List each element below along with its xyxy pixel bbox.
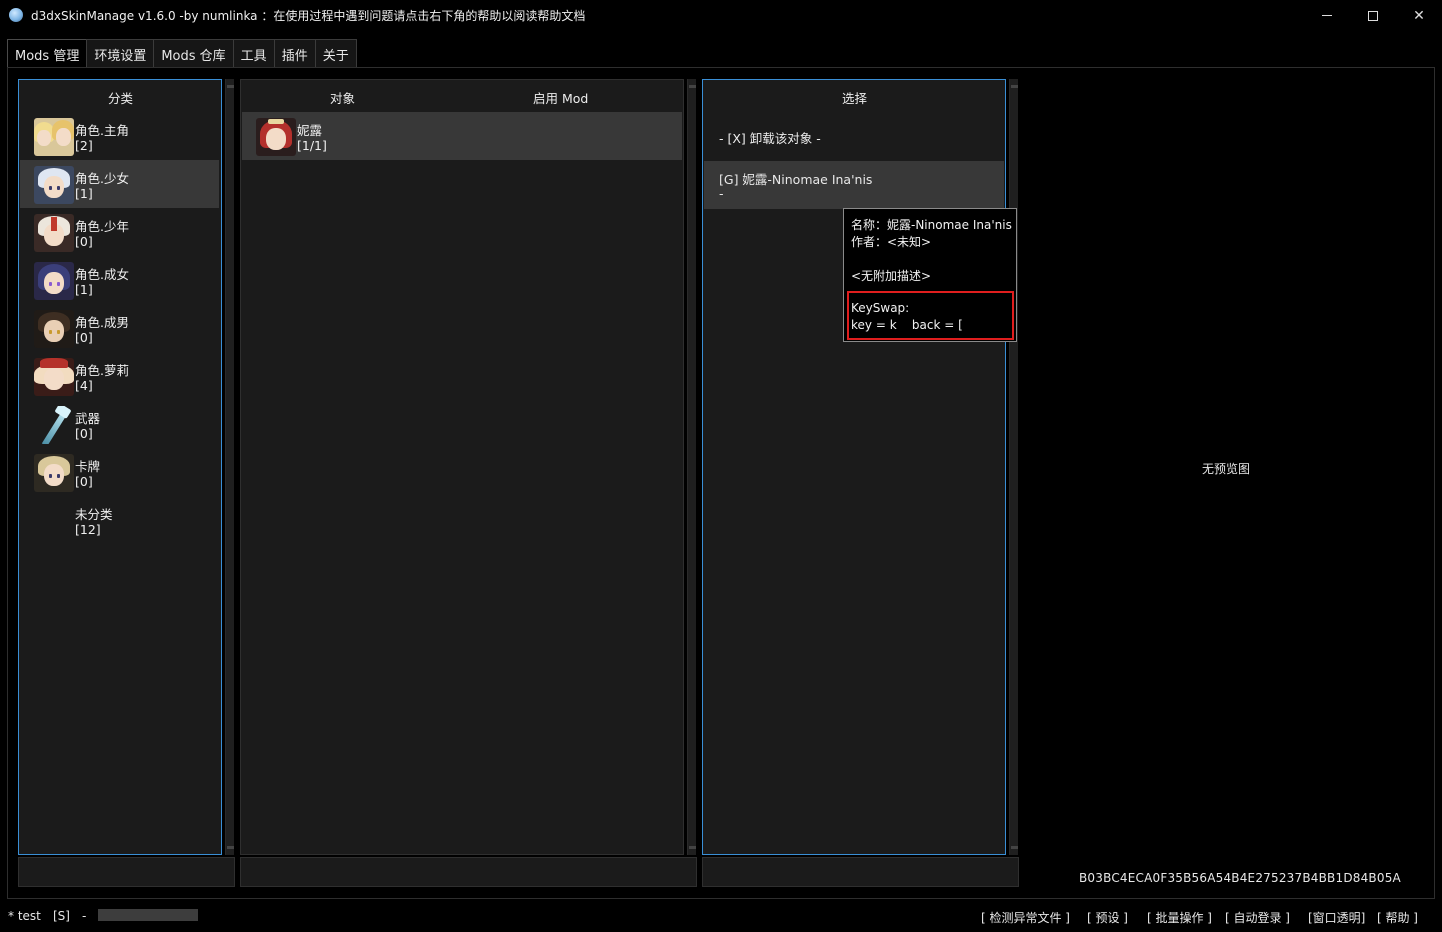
tab-tools[interactable]: 工具 [232, 39, 275, 68]
category-count: [12] [75, 522, 101, 537]
tooltip-description: <无附加描述> [851, 269, 932, 283]
category-item[interactable]: 角色.主角 [2] [20, 112, 219, 160]
category-name: 卡牌 [75, 459, 101, 474]
object-name: 妮露 [297, 123, 323, 138]
category-header: 分类 [108, 91, 134, 106]
mod-tooltip: 名称：妮露-Ninomae Ina'nis 作者：<未知> <无附加描述> Ke… [843, 208, 1017, 342]
tooltip-author: 作者：<未知> [851, 235, 932, 249]
mod-name: [G] 妮露-Ninomae Ina'nis [719, 172, 873, 187]
category-item[interactable]: 角色.萝莉 [4] [20, 352, 219, 400]
category-scrollbar[interactable] [225, 79, 234, 855]
batch-operation-link[interactable]: [ 批量操作 ] [1147, 909, 1212, 926]
no-preview-text: 无预览图 [1202, 462, 1251, 476]
status-flag: [S] [53, 909, 70, 923]
object-count: [1/1] [297, 138, 327, 153]
category-count: [4] [75, 378, 93, 393]
category-item[interactable]: 角色.成男 [0] [20, 304, 219, 352]
keyswap-highlight-box [847, 291, 1014, 340]
category-item[interactable]: 角色.少年 [0] [20, 208, 219, 256]
category-item[interactable]: 卡牌 [0] [20, 448, 219, 496]
object-list[interactable]: 对象 启用 Mod 妮露 [1/1] [240, 79, 684, 855]
card-avatar [34, 454, 74, 492]
help-link[interactable]: [ 帮助 ] [1377, 909, 1418, 926]
kazuha-avatar [34, 214, 74, 252]
auto-login-link[interactable]: [ 自动登录 ] [1225, 909, 1290, 926]
tab-mods-repo[interactable]: Mods 仓库 [153, 39, 234, 68]
category-name: 角色.萝莉 [75, 363, 129, 378]
nilou-avatar [256, 118, 296, 156]
minimize-icon [1322, 15, 1332, 16]
tooltip-name: 名称：妮露-Ninomae Ina'nis [851, 218, 1012, 232]
category-name: 角色.成女 [75, 267, 129, 282]
close-button[interactable]: ✕ [1396, 0, 1442, 31]
category-count: [0] [75, 234, 93, 249]
category-name: 角色.少年 [75, 219, 129, 234]
category-name: 角色.主角 [75, 123, 129, 138]
enabled-mod-header: 启用 Mod [533, 91, 589, 106]
check-abnormal-files-link[interactable]: [ 检测异常文件 ] [981, 909, 1070, 926]
category-item[interactable]: 武器 [0] [20, 400, 219, 448]
spear-icon [34, 406, 74, 444]
maximize-icon [1368, 10, 1378, 21]
klee-avatar [34, 358, 74, 396]
category-item[interactable]: 角色.成女 [1] [20, 256, 219, 304]
category-list[interactable]: 分类 角色.主角 [2] 角色.少女 [1] 角色.少年 [0] 角色.成女 [… [18, 79, 222, 855]
status-dash: - [82, 909, 87, 923]
ayaka-avatar [34, 166, 74, 204]
title-bar: d3dxSkinManage v1.6.0 -by numlinka ：在使用过… [0, 0, 1442, 31]
window-title: d3dxSkinManage v1.6.0 -by numlinka ：在使用过… [31, 9, 586, 23]
mod-select-list[interactable]: 选择 - [X] 卸载该对象 - [G] 妮露-Ninomae Ina'nis … [702, 79, 1006, 855]
category-count: [1] [75, 186, 93, 201]
scroll-up-icon [689, 80, 696, 88]
scroll-up-icon [227, 80, 234, 88]
main-tabs: Mods 管理 环境设置 Mods 仓库 工具 插件 关于 [7, 39, 357, 69]
category-name: 未分类 [75, 507, 113, 522]
status-user: * test [8, 909, 41, 923]
object-item[interactable]: 妮露 [1/1] [242, 112, 682, 160]
category-count: [0] [75, 474, 93, 489]
category-name: 角色.成男 [75, 315, 129, 330]
preset-link[interactable]: [ 预设 ] [1087, 909, 1128, 926]
category-count: [2] [75, 138, 93, 153]
mod-sub: - [719, 186, 724, 201]
raiden-avatar [34, 262, 74, 300]
traveler-twins-avatar [34, 118, 74, 156]
progress-bar [98, 909, 198, 921]
select-scrollbar[interactable] [1009, 79, 1018, 855]
minimize-button[interactable] [1304, 0, 1350, 31]
unload-object-option[interactable]: - [X] 卸载该对象 - [719, 128, 821, 147]
app-icon [9, 8, 23, 22]
object-filter-input[interactable] [240, 857, 697, 887]
category-name: 角色.少女 [75, 171, 129, 186]
mod-filter-input[interactable] [702, 857, 1019, 887]
category-item[interactable]: 未分类 [12] [20, 496, 219, 544]
category-count: [0] [75, 330, 93, 345]
zhongli-avatar [34, 310, 74, 348]
category-count: [0] [75, 426, 93, 441]
tab-plugins[interactable]: 插件 [273, 39, 316, 68]
object-header: 对象 [330, 91, 356, 106]
select-header: 选择 [842, 91, 868, 106]
category-filter-input[interactable] [18, 857, 235, 887]
mod-hash: B03BC4ECA0F35B56A54B4E275237B4BB1D84B05A [1079, 871, 1401, 885]
tab-env-settings[interactable]: 环境设置 [86, 39, 155, 68]
tab-mods-manage[interactable]: Mods 管理 [7, 39, 88, 69]
window-transparency-link[interactable]: [窗口透明] [1308, 909, 1365, 926]
object-scrollbar[interactable] [687, 79, 696, 855]
scroll-down-icon [1011, 846, 1018, 854]
scroll-down-icon [227, 846, 234, 854]
close-icon: ✕ [1413, 7, 1425, 24]
scroll-up-icon [1011, 80, 1018, 88]
tab-about[interactable]: 关于 [314, 39, 357, 68]
mod-item[interactable]: [G] 妮露-Ninomae Ina'nis - [704, 161, 1004, 209]
scroll-down-icon [689, 846, 696, 854]
category-item[interactable]: 角色.少女 [1] [20, 160, 219, 208]
maximize-button[interactable] [1350, 0, 1396, 31]
category-count: [1] [75, 282, 93, 297]
category-name: 武器 [75, 411, 101, 426]
